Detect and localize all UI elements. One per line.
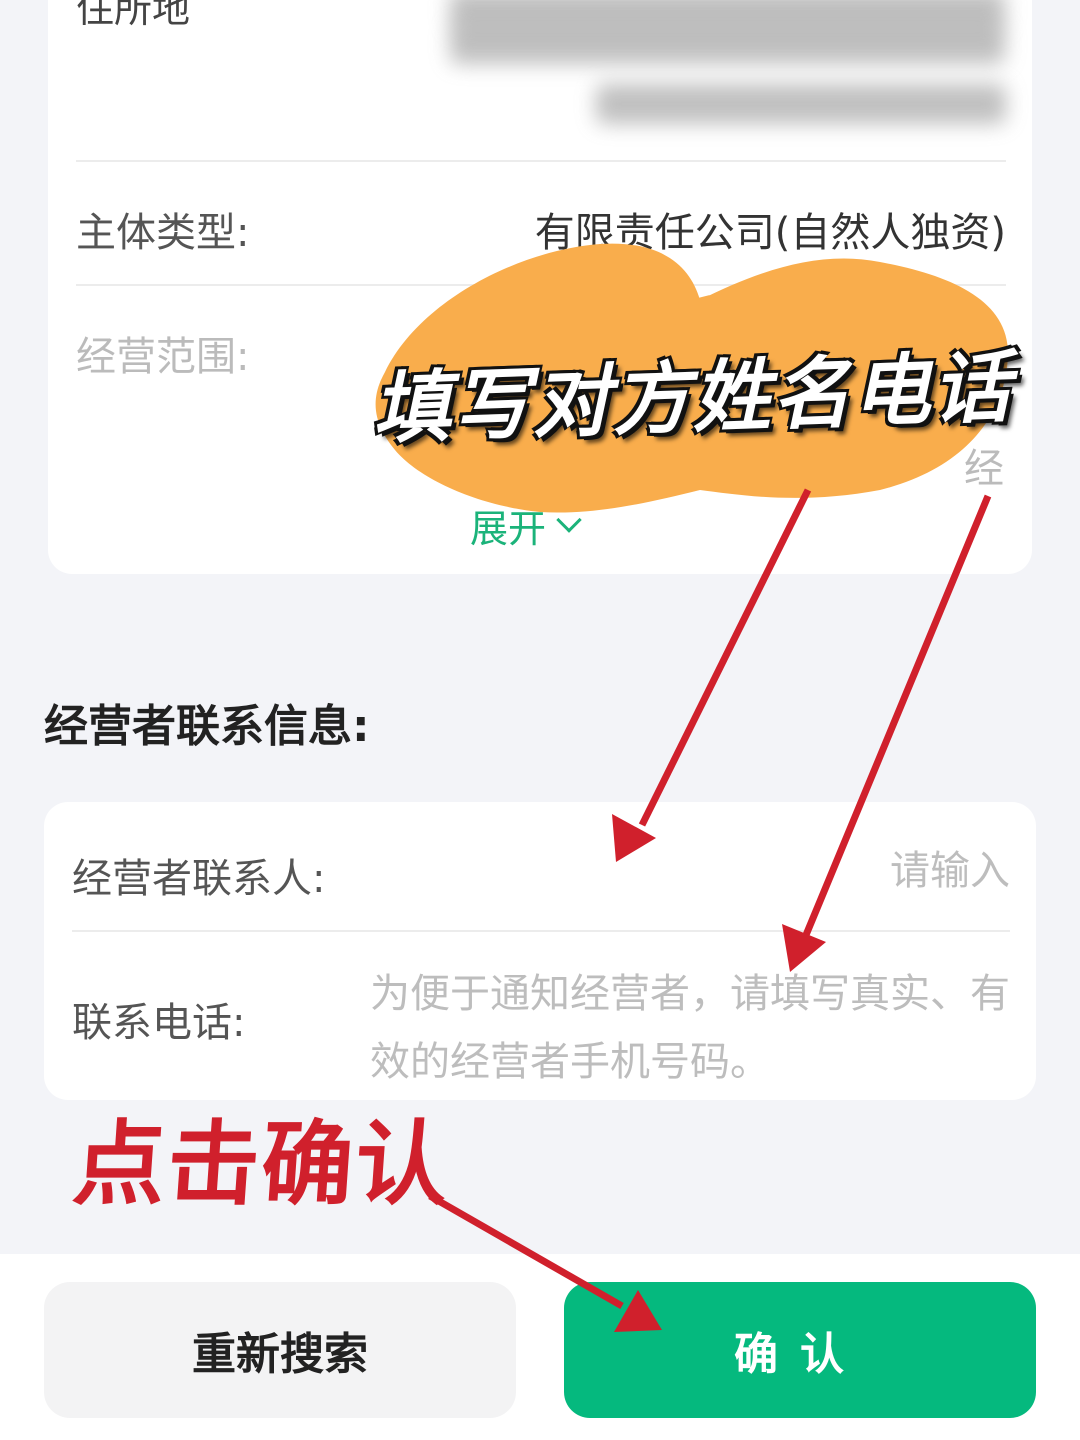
business-scope-value: 经 — [964, 446, 1004, 492]
address-label: 住所地 — [76, 0, 191, 31]
confirm-button[interactable]: 确认 — [564, 1282, 1036, 1418]
annotation-click-confirm: 点击确认 — [69, 1111, 454, 1218]
phone-label: 联系电话: — [72, 1000, 246, 1046]
phone-input[interactable] — [370, 960, 1010, 1100]
annotation-fill-in-name-phone: 填写对方姓名电话 — [370, 342, 1014, 456]
address-value-redacted — [596, 84, 1006, 124]
address-value-redacted — [450, 24, 1005, 64]
divider — [76, 284, 1006, 286]
contact-person-input[interactable] — [380, 836, 1010, 906]
entity-type-value: 有限责任公司(自然人独资) — [534, 210, 1006, 256]
divider — [76, 160, 1006, 162]
chevron-down-icon — [556, 506, 582, 533]
business-scope-label: 经营范围: — [76, 334, 250, 380]
expand-button[interactable]: 展开 — [470, 498, 582, 553]
research-button[interactable]: 重新搜索 — [44, 1282, 516, 1418]
entity-type-label: 主体类型: — [76, 210, 250, 256]
divider — [72, 930, 1010, 932]
contact-person-label: 经营者联系人: — [72, 856, 326, 902]
contact-section-title: 经营者联系信息: — [44, 701, 370, 752]
expand-label: 展开 — [470, 507, 547, 551]
